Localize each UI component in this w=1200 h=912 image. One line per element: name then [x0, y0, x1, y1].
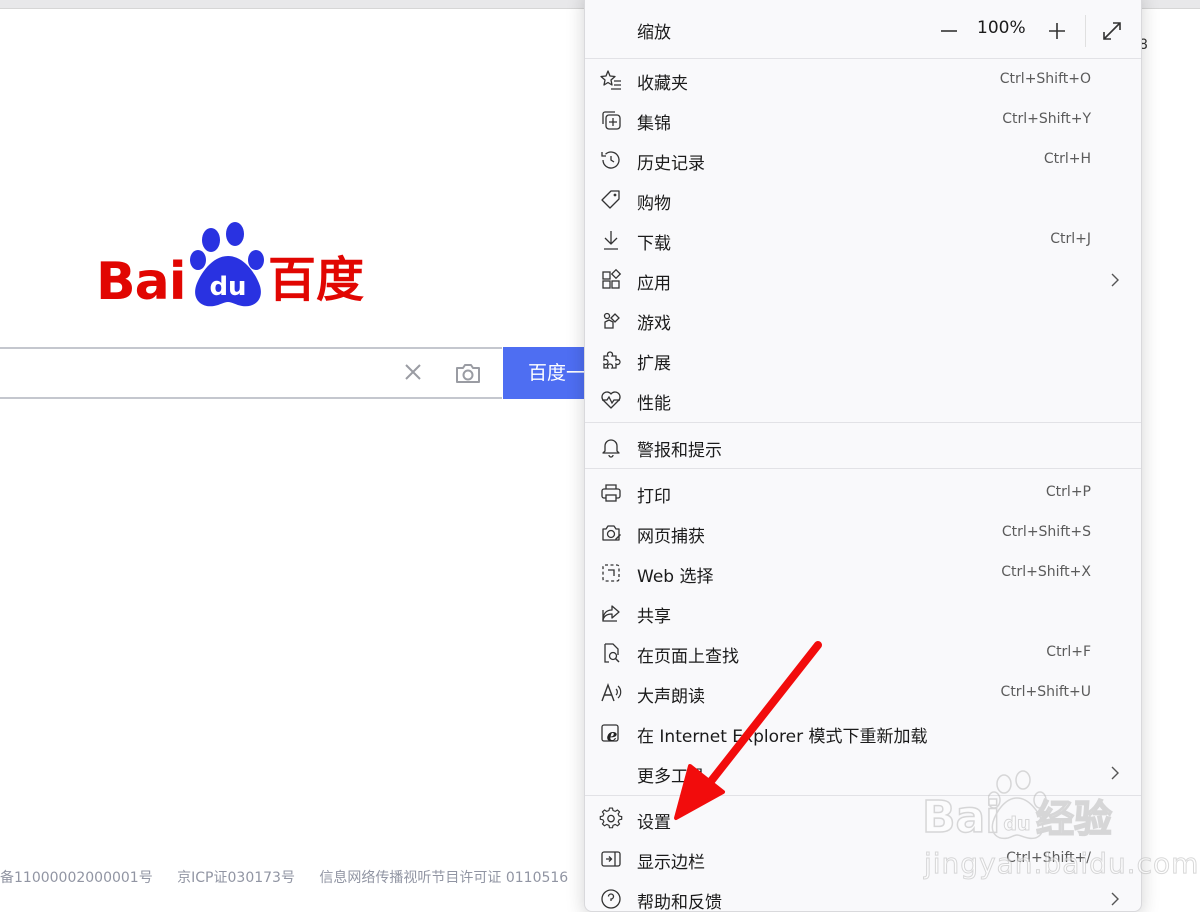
menu-item-label: 帮助和反馈	[637, 893, 722, 912]
menu-item-label: 购物	[637, 194, 671, 214]
baidu-jingyan-watermark: Bai du 经验 jingyan.baidu.com	[918, 770, 1199, 895]
sidebar-icon	[601, 851, 621, 867]
fullscreen-icon[interactable]	[1100, 19, 1124, 43]
menu-item-performance[interactable]: 性能	[585, 380, 1141, 420]
clear-icon[interactable]	[402, 361, 424, 383]
menu-item-label: 扩展	[637, 354, 671, 374]
menu-item-label: 历史记录	[637, 154, 705, 174]
menu-item-collections[interactable]: 集锦 Ctrl+Shift+Y	[585, 100, 1141, 140]
menu-item-label: 应用	[637, 274, 671, 294]
watermark-jingyan-text: 经验	[1035, 797, 1113, 841]
collections-icon	[602, 111, 621, 130]
menu-item-read-aloud[interactable]: 大声朗读 Ctrl+Shift+U	[585, 673, 1141, 713]
menu-item-label: 更多工具	[637, 767, 705, 787]
puzzle-icon	[603, 351, 621, 369]
menu-item-shortcut: Ctrl+P	[1045, 484, 1091, 500]
printer-icon	[601, 484, 621, 502]
apps-icon	[602, 268, 622, 289]
help-icon	[601, 889, 621, 909]
menu-item-label: 在 Internet Explorer 模式下重新加载	[637, 727, 928, 747]
share-icon	[602, 605, 620, 622]
menu-item-shortcut: Ctrl+F	[1046, 644, 1091, 660]
menu-item-label: 设置	[637, 813, 671, 833]
menu-item-label: 共享	[637, 607, 671, 627]
menu-item-label: 收藏夹	[637, 74, 688, 94]
watermark-url-text: jingyan.baidu.com	[923, 847, 1200, 880]
menu-item-label: 下载	[637, 234, 671, 254]
menu-item-shortcut: Ctrl+Shift+U	[1000, 684, 1091, 700]
menu-item-apps[interactable]: 应用	[585, 260, 1141, 300]
menu-divider	[585, 422, 1141, 423]
logo-chinese-text: 百度	[268, 252, 365, 308]
menu-item-label: 打印	[637, 487, 671, 507]
zoom-in-icon[interactable]	[1045, 19, 1069, 43]
footer-links: 备11000002000001号 京ICP证030173号 信息网络传播视听节目…	[0, 867, 627, 887]
menu-item-history[interactable]: 历史记录 Ctrl+H	[585, 140, 1141, 180]
menu-item-games[interactable]: 游戏	[585, 300, 1141, 340]
search-box	[0, 347, 502, 399]
games-icon	[603, 312, 620, 329]
menu-item-shortcut: Ctrl+Shift+O	[999, 71, 1091, 87]
menu-item-label: 性能	[637, 394, 671, 414]
logo-bai-text: Bai	[96, 252, 187, 312]
heart-pulse-icon	[601, 391, 621, 409]
menu-item-alerts[interactable]: 警报和提示	[585, 427, 1141, 467]
chevron-right-icon	[1111, 273, 1119, 287]
menu-item-ie-mode[interactable]: e 在 Internet Explorer 模式下重新加载	[585, 713, 1141, 753]
menu-item-shortcut: Ctrl+Shift+Y	[1002, 111, 1091, 127]
zoom-row: 缩放 100%	[585, 9, 1141, 53]
gear-icon	[599, 807, 623, 829]
footer-link[interactable]: 备11000002000001号	[0, 870, 153, 886]
menu-item-shortcut: Ctrl+J	[1050, 231, 1091, 247]
watermark-du-text: du	[1003, 813, 1030, 835]
tag-icon	[601, 190, 620, 209]
ie-icon: e	[601, 724, 619, 745]
menu-item-shortcut: Ctrl+Shift+S	[1001, 524, 1091, 540]
menu-item-shortcut: Ctrl+H	[1043, 151, 1091, 167]
menu-item-downloads[interactable]: 下载 Ctrl+J	[585, 220, 1141, 260]
menu-item-label: 游戏	[637, 314, 671, 334]
menu-item-label: 显示边栏	[637, 853, 705, 873]
download-icon	[604, 231, 618, 250]
menu-item-web-capture[interactable]: 网页捕获 Ctrl+Shift+S	[585, 513, 1141, 553]
footer-link[interactable]: 信息网络传播视听节目许可证 0110516	[319, 870, 568, 886]
menu-item-extensions[interactable]: 扩展	[585, 340, 1141, 380]
menu-divider	[585, 468, 1141, 469]
menu-item-print[interactable]: 打印 Ctrl+P	[585, 473, 1141, 513]
menu-item-web-select[interactable]: Web 选择 Ctrl+Shift+X	[585, 553, 1141, 593]
camera-icon[interactable]	[454, 361, 482, 385]
menu-item-favorites[interactable]: 收藏夹 Ctrl+Shift+O	[585, 60, 1141, 100]
menu-item-shopping[interactable]: 购物	[585, 180, 1141, 220]
svg-text:e: e	[607, 726, 618, 745]
menu-item-find[interactable]: 在页面上查找 Ctrl+F	[585, 633, 1141, 673]
zoom-label: 缩放	[637, 23, 671, 43]
bell-icon	[602, 439, 620, 458]
search-input[interactable]	[10, 357, 394, 391]
baidu-paw-logo-icon: du	[190, 222, 264, 307]
zoom-out-icon[interactable]	[937, 19, 961, 43]
menu-item-label: 集锦	[637, 114, 671, 134]
read-aloud-icon	[601, 683, 622, 702]
menu-item-label: Web 选择	[637, 567, 714, 587]
menu-item-label: 警报和提示	[637, 441, 722, 461]
menu-item-share[interactable]: 共享	[585, 593, 1141, 633]
baidu-logo: Bai du 百度	[96, 222, 366, 312]
menu-item-label: 大声朗读	[637, 687, 705, 707]
screenshot-icon	[602, 525, 621, 541]
zoom-divider	[1085, 15, 1086, 47]
menu-item-label: 在页面上查找	[637, 647, 739, 667]
menu-divider	[585, 58, 1141, 59]
zoom-level: 100%	[977, 18, 1026, 38]
menu-item-shortcut: Ctrl+Shift+X	[1001, 564, 1091, 580]
menu-item-label: 网页捕获	[637, 527, 705, 547]
history-icon	[601, 151, 620, 169]
web-select-icon	[602, 564, 620, 582]
star-list-icon	[600, 70, 621, 90]
logo-du-text: du	[209, 272, 246, 302]
find-icon	[604, 643, 620, 663]
footer-link[interactable]: 京ICP证030173号	[177, 870, 295, 886]
